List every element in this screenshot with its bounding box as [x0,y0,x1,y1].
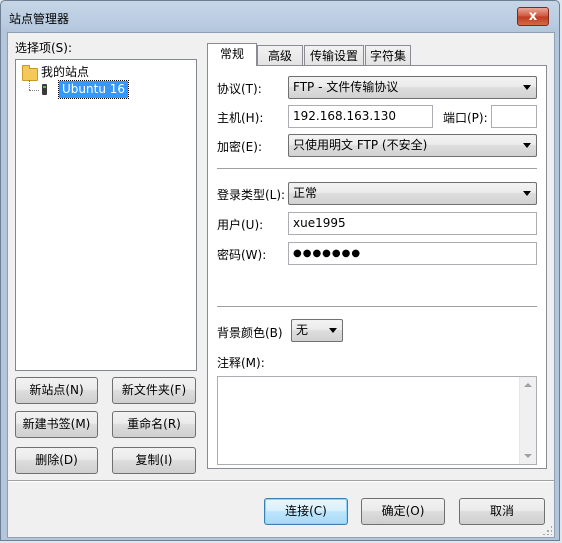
window-title: 站点管理器 [9,12,70,26]
rename-button[interactable]: 重命名(R) [112,411,196,438]
separator [8,480,554,482]
comments-label: 注释(M): [217,356,265,370]
protocol-label: 协议(T): [217,82,262,96]
close-icon: x [528,9,538,24]
host-label: 主机(H): [217,111,264,125]
encryption-select[interactable]: 只使用明文 FTP (不安全) [288,134,537,157]
user-label: 用户(U): [217,218,264,232]
chevron-down-icon [329,328,337,333]
password-label: 密码(W): [217,248,267,262]
chevron-down-icon [523,143,531,148]
host-input[interactable]: 192.168.163.130 [288,105,433,128]
logon-type-select[interactable]: 正常 [288,182,537,205]
scroll-down-icon[interactable] [524,454,532,458]
background-color-select[interactable]: 无 [291,319,343,342]
chevron-down-icon [523,85,531,90]
tree-item-label: 我的站点 [41,65,90,79]
tab-general[interactable]: 常规 [207,43,257,66]
connect-button[interactable]: 连接(C) [264,498,348,525]
comments-scrollbar[interactable] [519,377,536,464]
resize-grip-icon[interactable] [542,525,552,535]
close-button[interactable]: x [517,7,549,26]
tab-charset[interactable]: 字符集 [365,45,411,65]
logon-type-label: 登录类型(L): [217,188,286,202]
tree-label: 选择项(S): [15,41,73,55]
background-color-label: 背景颜色(B) [217,326,283,340]
site-manager-window: 站点管理器 x 选择项(S): 我的站点 Ubuntu 16 新站点(N) 新文… [0,0,560,541]
site-tree[interactable]: 我的站点 Ubuntu 16 [15,59,197,371]
separator [217,168,537,170]
new-folder-button[interactable]: 新文件夹(F) [112,377,196,404]
copy-button[interactable]: 复制(I) [112,447,196,474]
server-icon [42,84,47,95]
protocol-select[interactable]: FTP - 文件传输协议 [288,76,537,99]
tree-item-label: Ubuntu 16 [57,80,130,99]
separator [217,306,537,308]
tab-advanced[interactable]: 高级 [257,45,303,65]
port-label: 端口(P): [443,111,488,125]
user-input[interactable]: xue1995 [288,212,537,235]
title-bar[interactable]: 站点管理器 x [1,1,559,33]
new-site-button[interactable]: 新站点(N) [15,377,98,404]
general-tab-panel: 协议(T): FTP - 文件传输协议 主机(H): 192.168.163.1… [207,65,547,469]
folder-icon [22,65,38,81]
dialog-client: 选择项(S): 我的站点 Ubuntu 16 新站点(N) 新文件夹(F) 新建… [7,32,555,538]
port-input[interactable] [491,105,537,128]
new-bookmark-button[interactable]: 新建书签(M) [15,411,98,438]
password-input[interactable]: ●●●●●●● [288,242,537,265]
protocol-value: FTP - 文件传输协议 [293,80,399,94]
delete-button[interactable]: 删除(D) [15,447,98,474]
ok-button[interactable]: 确定(O) [361,498,445,525]
cancel-button[interactable]: 取消 [459,498,545,525]
logon-type-value: 正常 [293,186,318,200]
encryption-value: 只使用明文 FTP (不安全) [293,138,428,152]
chevron-down-icon [523,191,531,196]
encryption-label: 加密(E): [217,140,262,154]
comments-textarea[interactable] [217,376,537,465]
tree-item-my-sites[interactable]: 我的站点 [20,63,190,81]
tab-transfer-settings[interactable]: 传输设置 [304,45,364,65]
tree-item-ubuntu-16[interactable]: Ubuntu 16 [20,80,190,99]
scroll-up-icon[interactable] [524,383,532,387]
background-color-value: 无 [296,323,309,337]
